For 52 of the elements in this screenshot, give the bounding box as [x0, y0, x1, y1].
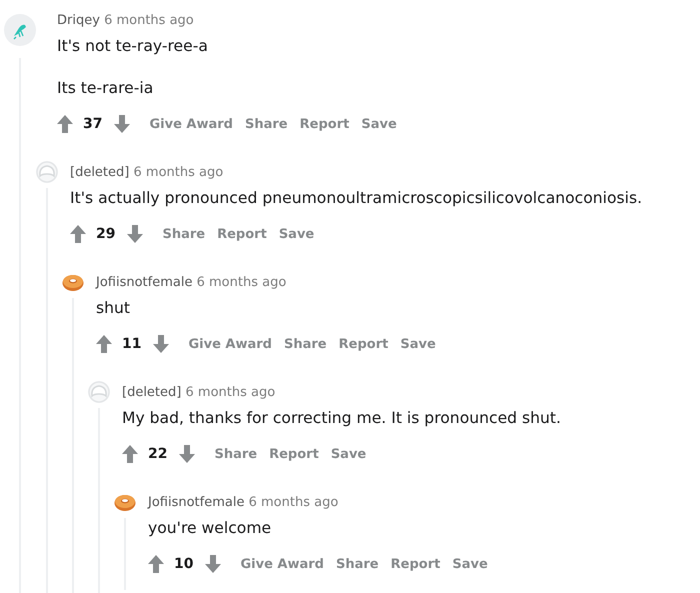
timestamp: 6 months ago: [134, 164, 224, 180]
action-button[interactable]: Share: [333, 552, 382, 576]
action-button[interactable]: Give Award: [185, 332, 275, 356]
downvote-arrow-icon[interactable]: [205, 555, 222, 573]
username[interactable]: Jofiisnotfemale: [148, 494, 244, 510]
action-button[interactable]: Share: [211, 442, 260, 466]
avatar-icon: [4, 14, 36, 46]
action-button[interactable]: Give Award: [237, 552, 327, 576]
upvote-arrow-icon[interactable]: [57, 115, 73, 133]
upvote-arrow-icon[interactable]: [148, 555, 164, 573]
action-button[interactable]: Report: [388, 552, 444, 576]
action-button[interactable]: Save: [328, 442, 370, 466]
comment-text: It's actually pronounced pneumonoultramicroscopicsilicovolcanoconiosis.: [70, 188, 644, 209]
action-button[interactable]: Share: [281, 332, 330, 356]
username[interactable]: [deleted]: [122, 384, 182, 400]
timestamp: 6 months ago: [196, 274, 286, 290]
action-button[interactable]: Save: [397, 332, 439, 356]
comment-text: Its te-rare-ia: [57, 78, 154, 99]
upvote-arrow-icon[interactable]: [96, 335, 112, 353]
vote-count: 11: [121, 336, 142, 352]
comment-text: shut: [96, 298, 132, 319]
action-button[interactable]: Save: [449, 552, 491, 576]
username[interactable]: Driqey: [57, 12, 100, 28]
vote-count: 22: [147, 446, 168, 462]
action-button[interactable]: Save: [276, 222, 318, 246]
action-button[interactable]: Report: [266, 442, 322, 466]
avatar-icon: [88, 381, 110, 403]
action-button[interactable]: Save: [358, 112, 400, 136]
upvote-arrow-icon[interactable]: [70, 225, 86, 243]
comment-text: you're welcome: [148, 518, 272, 539]
vote-count: 10: [173, 556, 194, 572]
upvote-arrow-icon[interactable]: [122, 445, 138, 463]
avatar-icon: [36, 161, 58, 183]
comment-text: It's not te-ray-ree-a: [57, 36, 209, 57]
username[interactable]: [deleted]: [70, 164, 130, 180]
comment-text: My bad, thanks for correcting me. It is pronounced shut.: [122, 408, 562, 429]
action-button[interactable]: Give Award: [146, 112, 236, 136]
vote-count: 37: [82, 116, 104, 132]
downvote-arrow-icon[interactable]: [127, 225, 144, 243]
action-button[interactable]: Report: [336, 332, 392, 356]
downvote-arrow-icon[interactable]: [179, 445, 196, 463]
downvote-arrow-icon[interactable]: [114, 115, 130, 133]
downvote-arrow-icon[interactable]: [153, 335, 170, 353]
timestamp: 6 months ago: [104, 12, 194, 28]
action-button[interactable]: Report: [296, 112, 352, 136]
action-button[interactable]: Share: [159, 222, 208, 246]
username[interactable]: Jofiisnotfemale: [96, 274, 192, 290]
action-button[interactable]: Share: [242, 112, 291, 136]
timestamp: 6 months ago: [248, 494, 338, 510]
timestamp: 6 months ago: [186, 384, 276, 400]
vote-count: 29: [95, 226, 116, 242]
action-button[interactable]: Report: [214, 222, 270, 246]
